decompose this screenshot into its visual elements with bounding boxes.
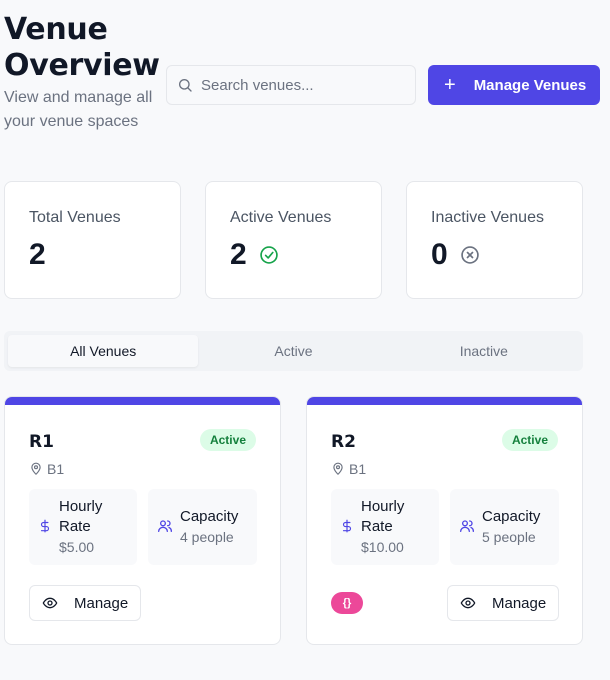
capacity-label: Capacity: [482, 508, 541, 525]
eye-icon: [460, 597, 476, 609]
venue-name: R2: [331, 432, 356, 452]
x-circle-icon: [460, 246, 479, 264]
tab-all-venues[interactable]: All Venues: [8, 335, 199, 367]
search-icon: [179, 79, 192, 92]
stat-label: Total Venues: [29, 209, 121, 226]
page-subtitle: View and manage all your venue spaces: [4, 89, 153, 130]
stat-inactive-venues: Inactive Venues 0: [406, 181, 583, 299]
capacity-box: Capacity 5 people: [450, 489, 559, 565]
capacity-value: 4 people: [180, 529, 234, 545]
capacity-label: Capacity: [180, 508, 239, 525]
venue-card: R2 Active B1 Hourly Rate $10.00 Capacity…: [306, 396, 583, 645]
status-badge: Active: [501, 429, 558, 451]
stat-label: Active Venues: [230, 209, 332, 226]
manage-venues-label: Manage Venues: [473, 76, 587, 94]
hourly-rate-box: Hourly Rate $10.00: [331, 489, 439, 565]
status-badge: Active: [199, 429, 256, 451]
venue-location: B1: [29, 461, 64, 477]
search-box[interactable]: [166, 65, 416, 105]
venue-name: R1: [29, 432, 54, 452]
check-circle-icon: [259, 246, 278, 264]
manage-venue-button[interactable]: Manage: [447, 585, 559, 621]
dollar-icon: [342, 519, 352, 533]
venue-location: B1: [331, 461, 366, 477]
manage-label: Manage: [492, 594, 547, 612]
rate-label: Hourly Rate: [59, 498, 103, 535]
dev-badge[interactable]: {}: [331, 592, 363, 614]
map-pin-icon: [333, 462, 343, 475]
location-text: B1: [47, 461, 65, 477]
plus-icon: +: [444, 74, 456, 96]
stat-value: 2: [230, 238, 247, 271]
dollar-icon: [40, 519, 50, 533]
users-icon: [158, 520, 172, 532]
tab-active[interactable]: Active: [198, 335, 388, 367]
eye-icon: [42, 597, 58, 609]
location-text: B1: [349, 461, 367, 477]
map-pin-icon: [31, 462, 41, 475]
card-accent-bar: [5, 397, 280, 405]
capacity-box: Capacity 4 people: [148, 489, 257, 565]
rate-value: $10.00: [361, 539, 404, 555]
rate-value: $5.00: [59, 539, 95, 555]
stat-value: 0: [431, 238, 448, 271]
users-icon: [460, 520, 474, 532]
manage-label: Manage: [74, 594, 129, 612]
card-accent-bar: [307, 397, 582, 405]
rate-label: Hourly Rate: [361, 498, 405, 535]
search-input[interactable]: [201, 76, 401, 94]
stat-active-venues: Active Venues 2: [205, 181, 382, 299]
manage-venues-button[interactable]: + Manage Venues: [428, 65, 600, 105]
manage-venue-button[interactable]: Manage: [29, 585, 141, 621]
stat-total-venues: Total Venues 2: [4, 181, 181, 299]
stat-value: 2: [29, 238, 46, 271]
tab-inactive[interactable]: Inactive: [389, 335, 579, 367]
venue-filter-tabs: All Venues Active Inactive: [4, 331, 583, 371]
page-title: Venue Overview: [4, 12, 160, 83]
venue-card: R1 Active B1 Hourly Rate $5.00 Capacity …: [4, 396, 281, 645]
stat-label: Inactive Venues: [431, 209, 544, 226]
hourly-rate-box: Hourly Rate $5.00: [29, 489, 137, 565]
capacity-value: 5 people: [482, 529, 536, 545]
